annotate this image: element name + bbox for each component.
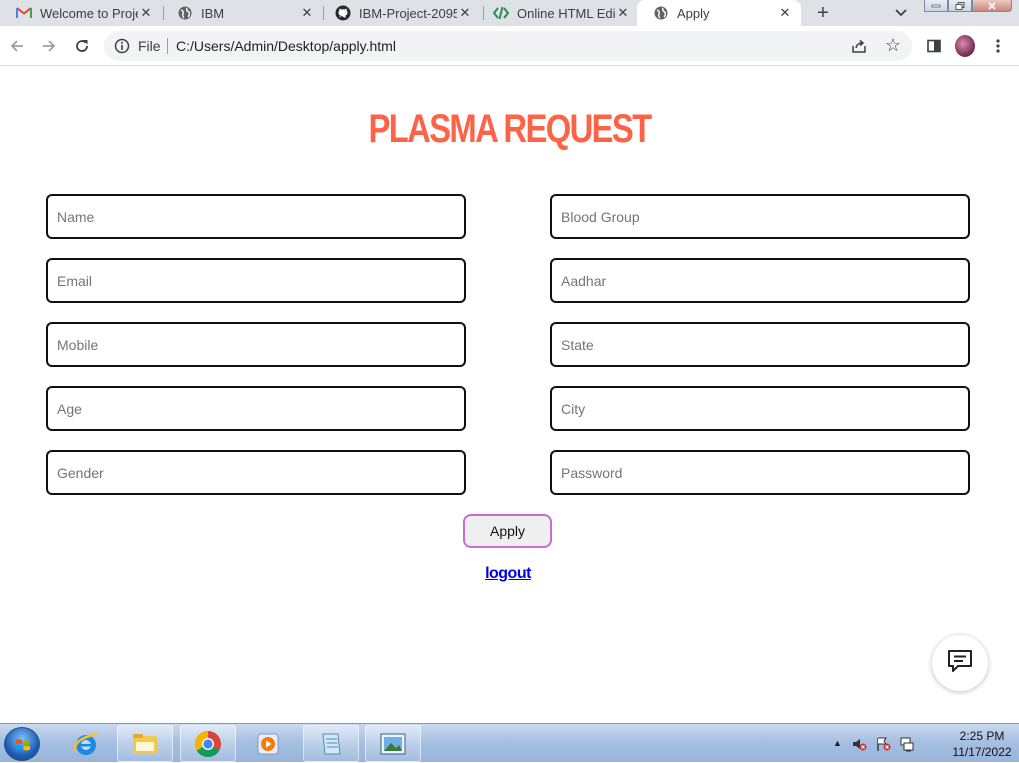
reload-icon[interactable] [72, 36, 92, 56]
globe-icon [177, 5, 193, 21]
page-title: PLASMA REQUEST [368, 107, 653, 151]
window-close-button[interactable] [972, 0, 1012, 12]
media-player-icon[interactable] [248, 725, 288, 762]
tab-close-icon[interactable]: ✕ [138, 5, 154, 21]
tab-title: Online HTML Edit [517, 5, 615, 21]
email-input[interactable] [46, 258, 466, 303]
back-arrow-icon[interactable] [7, 36, 27, 56]
tab-gmail[interactable]: Welcome to Proje ✕ [0, 0, 162, 26]
new-tab-button[interactable]: + [812, 2, 834, 24]
volume-muted-icon[interactable] [851, 736, 867, 752]
url-text[interactable]: C:/Users/Admin/Desktop/apply.html [176, 38, 396, 54]
tab-title: IBM [201, 5, 225, 21]
action-center-flag-icon[interactable] [875, 736, 891, 752]
age-input[interactable] [46, 386, 466, 431]
chrome-icon[interactable] [180, 725, 236, 762]
city-input[interactable] [550, 386, 970, 431]
kebab-menu-icon[interactable] [988, 36, 1008, 56]
minimize-button[interactable] [924, 0, 948, 12]
tab-close-icon[interactable]: ✕ [615, 5, 631, 21]
code-icon [493, 5, 509, 21]
chat-button[interactable] [932, 635, 988, 691]
clock-time: 2:25 PM [959, 729, 1005, 743]
gender-input[interactable] [46, 450, 466, 495]
profile-avatar[interactable] [955, 35, 975, 57]
taskbar-clock[interactable]: 2:25 PM 11/17/2022 [947, 728, 1017, 760]
tab-apply[interactable]: Apply ✕ [637, 0, 801, 26]
bookmark-star-icon[interactable]: ☆ [884, 36, 902, 54]
tab-title: Apply [677, 5, 710, 21]
tab-ibm[interactable]: IBM ✕ [161, 0, 323, 26]
url-divider [167, 38, 168, 54]
side-panel-icon[interactable] [924, 36, 944, 56]
page-content: PLASMA REQUEST Apply logout [0, 67, 1019, 723]
tab-github[interactable]: IBM-Project-2095 ✕ [319, 0, 481, 26]
window-controls [924, 0, 1012, 12]
github-icon [335, 5, 351, 21]
apply-button[interactable]: Apply [463, 514, 552, 548]
restore-button[interactable] [948, 0, 972, 12]
browser-tab-strip: Welcome to Proje ✕ IBM ✕ IBM-Project-209… [0, 0, 1019, 26]
forward-arrow-icon[interactable] [39, 36, 59, 56]
name-input[interactable] [46, 194, 466, 239]
aadhar-input[interactable] [550, 258, 970, 303]
blood-group-input[interactable] [550, 194, 970, 239]
file-explorer-icon[interactable] [117, 725, 173, 762]
password-input[interactable] [550, 450, 970, 495]
state-input[interactable] [550, 322, 970, 367]
tab-search-chevron-icon[interactable] [892, 4, 910, 22]
tab-html-editor[interactable]: Online HTML Edit ✕ [477, 0, 639, 26]
system-tray: ▲ 2:25 PM 11/17/2022 [829, 724, 1019, 763]
tab-close-icon[interactable]: ✕ [777, 5, 793, 21]
logout-link[interactable]: logout [0, 565, 1016, 583]
mobile-input[interactable] [46, 322, 466, 367]
share-icon[interactable] [850, 37, 868, 55]
internet-explorer-icon[interactable] [66, 725, 106, 762]
address-bar[interactable]: File C:/Users/Admin/Desktop/apply.html ☆ [104, 31, 912, 61]
start-button[interactable] [4, 727, 40, 761]
notepad-icon[interactable] [303, 725, 359, 762]
show-hidden-icons-arrow-icon[interactable]: ▲ [833, 738, 842, 748]
url-scheme-label: File [138, 38, 161, 54]
tab-close-icon[interactable]: ✕ [299, 5, 315, 21]
info-icon[interactable] [114, 38, 130, 54]
windows-taskbar: ▲ 2:25 PM 11/17/2022 [0, 723, 1019, 762]
gmail-icon [16, 5, 32, 21]
tab-title: IBM-Project-2095 [359, 5, 457, 21]
image-viewer-icon[interactable] [365, 725, 421, 762]
tab-close-icon[interactable]: ✕ [457, 5, 473, 21]
tab-title: Welcome to Proje [40, 5, 138, 21]
network-icon[interactable] [899, 736, 915, 752]
globe-icon [653, 5, 669, 21]
windows-flag-icon [16, 739, 30, 751]
clock-date: 11/17/2022 [952, 745, 1012, 759]
chat-bubble-icon [946, 648, 974, 679]
browser-toolbar: File C:/Users/Admin/Desktop/apply.html ☆ [0, 26, 1019, 66]
